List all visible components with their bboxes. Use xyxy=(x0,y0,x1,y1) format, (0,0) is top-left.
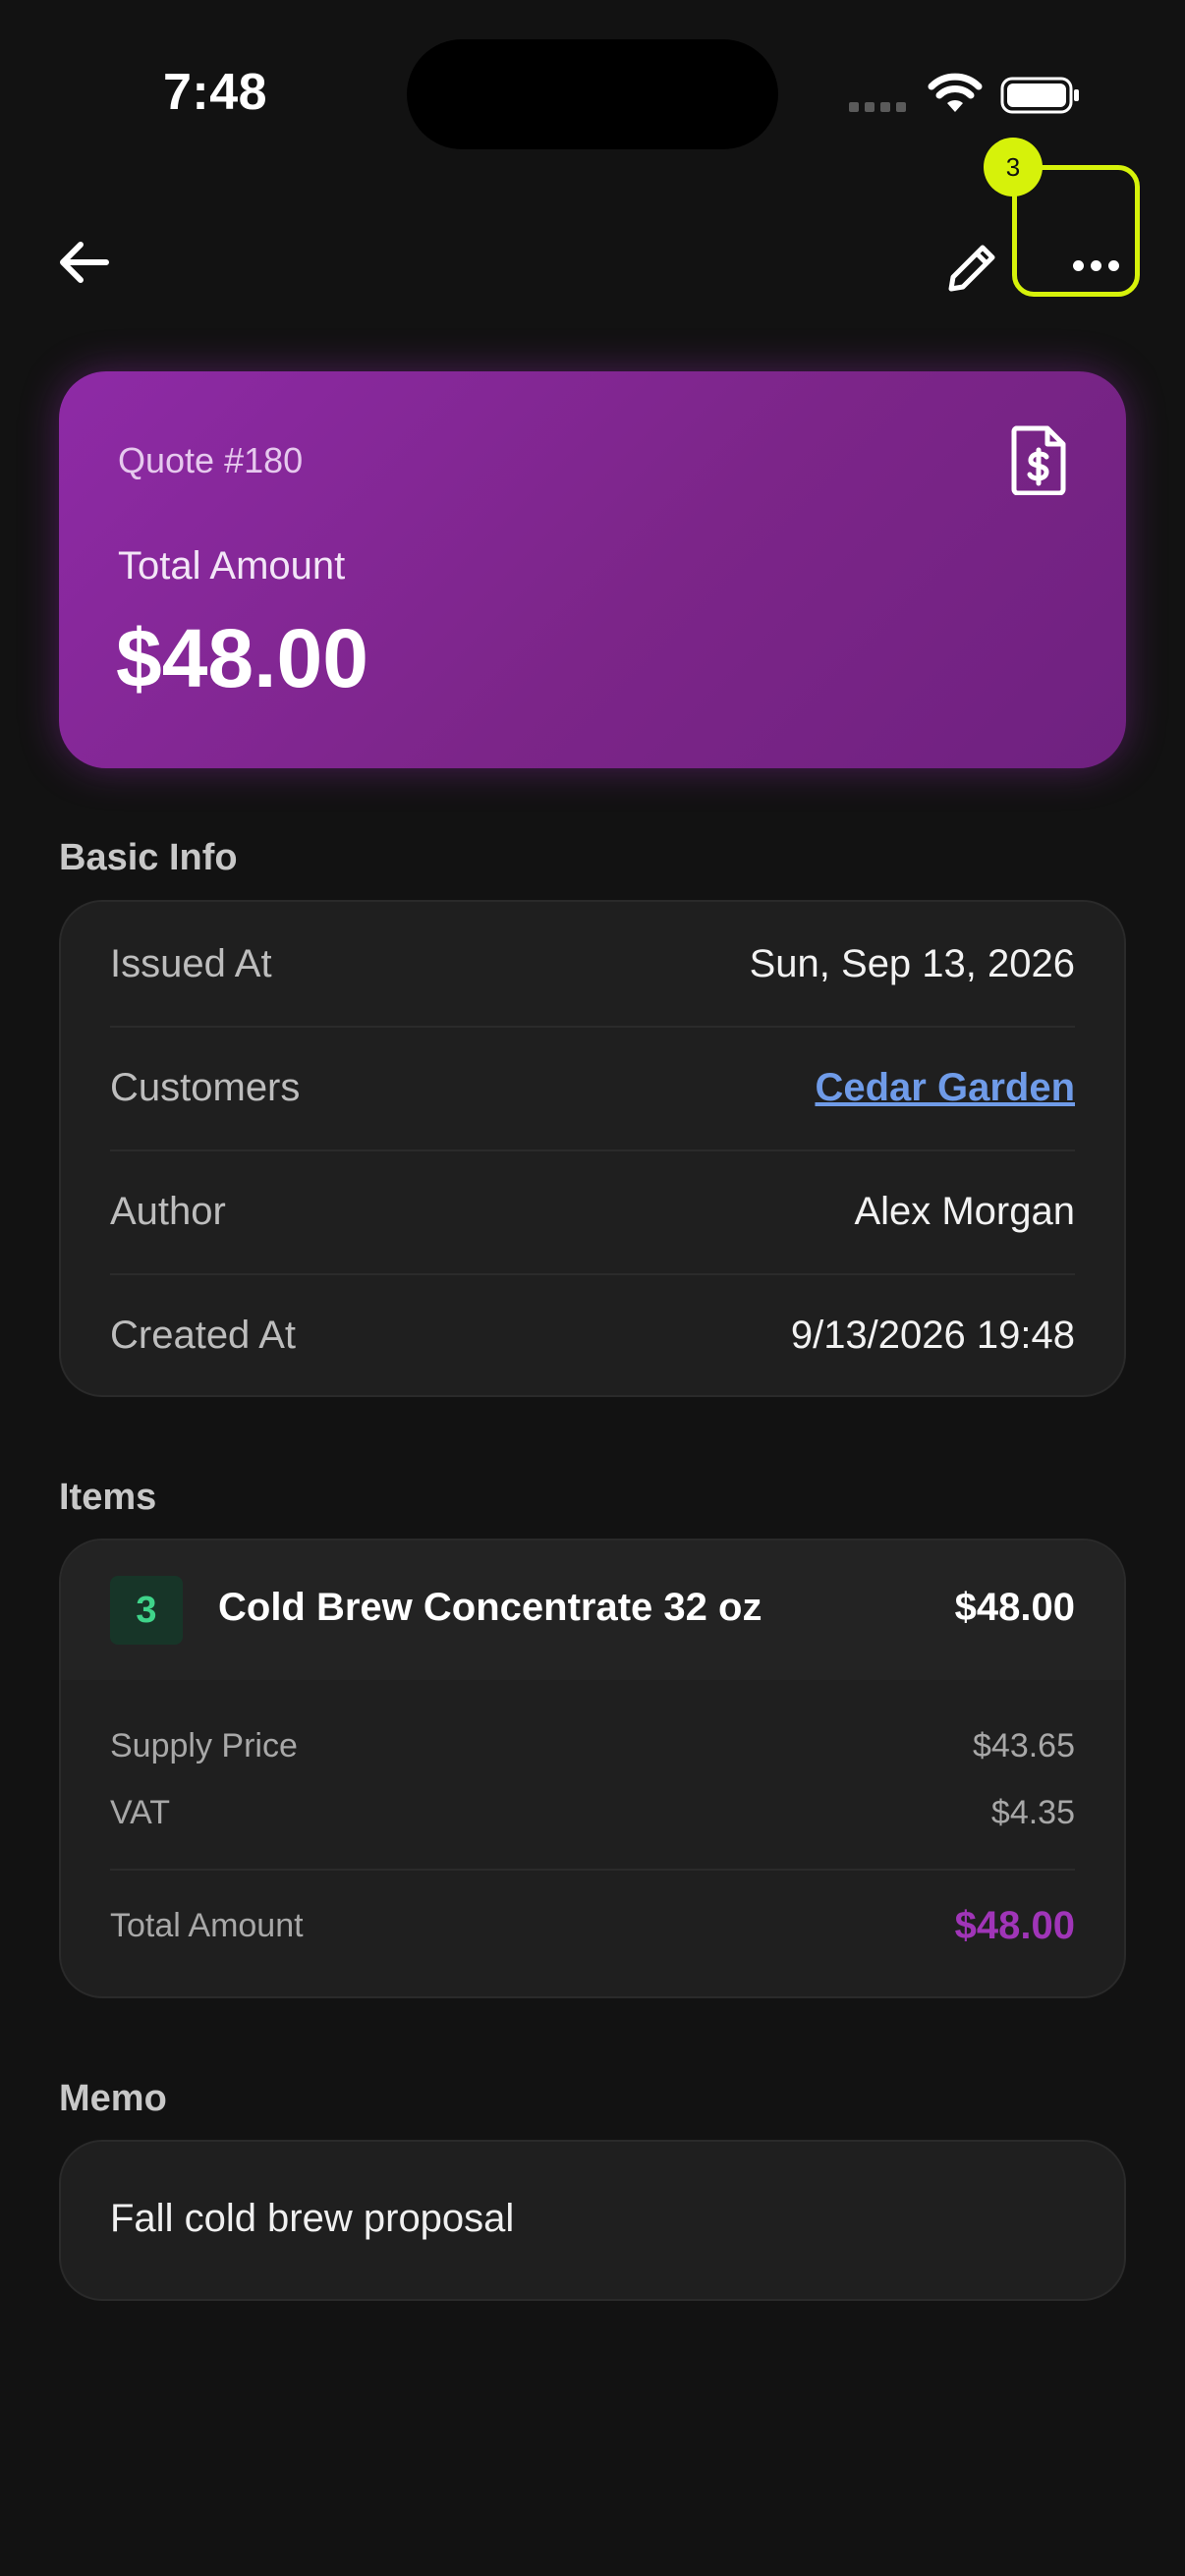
back-button[interactable] xyxy=(49,228,118,297)
info-row-issued-at: Issued At Sun, Sep 13, 2026 xyxy=(110,902,1075,1026)
basic-info-card: Issued At Sun, Sep 13, 2026 Customers Ce… xyxy=(59,900,1126,1397)
signal-icon xyxy=(849,102,906,112)
edit-button[interactable] xyxy=(933,228,1012,307)
vat-value: $4.35 xyxy=(990,1794,1075,1831)
items-heading: Items xyxy=(59,1477,157,1518)
info-label: Customers xyxy=(110,1065,301,1109)
info-label: Issued At xyxy=(110,941,272,985)
item-total-value: $48.00 xyxy=(954,1904,1075,1947)
item-total-label: Total Amount xyxy=(110,1907,304,1944)
memo-text: Fall cold brew proposal xyxy=(110,2197,515,2240)
info-value: Alex Morgan xyxy=(854,1189,1075,1233)
memo-heading: Memo xyxy=(59,2078,167,2119)
more-horizontal-icon xyxy=(1073,260,1119,271)
item-header: 3 Cold Brew Concentrate 32 oz $48.00 xyxy=(61,1540,1124,1680)
item-price: $48.00 xyxy=(954,1586,1075,1629)
supply-price-value: $43.65 xyxy=(973,1727,1075,1764)
vat-row: VAT $4.35 xyxy=(110,1794,1075,1832)
quote-summary-card: Quote #180 Total Amount $48.00 xyxy=(59,371,1126,768)
info-label: Created At xyxy=(110,1313,297,1357)
quote-detail-screen: 7:48 3 Quote #180 Total Amount $48.00 Ba… xyxy=(0,0,1185,2576)
pencil-icon xyxy=(948,245,995,292)
item-card[interactable]: 3 Cold Brew Concentrate 32 oz $48.00 Sup… xyxy=(59,1539,1126,1998)
item-name: Cold Brew Concentrate 32 oz xyxy=(218,1586,762,1629)
wifi-icon xyxy=(928,73,983,112)
customer-link[interactable]: Cedar Garden xyxy=(815,1066,1075,1110)
divider xyxy=(110,1869,1075,1871)
status-time: 7:48 xyxy=(163,64,268,121)
battery-icon xyxy=(1000,77,1079,114)
quantity-badge: 3 xyxy=(110,1576,183,1645)
info-row-author: Author Alex Morgan xyxy=(110,1149,1075,1273)
total-amount-label: Total Amount xyxy=(118,544,346,588)
supply-price-row: Supply Price $43.65 xyxy=(110,1727,1075,1765)
info-row-customers: Customers Cedar Garden xyxy=(110,1026,1075,1149)
quote-number: Quote #180 xyxy=(118,440,304,480)
dynamic-island xyxy=(407,39,778,149)
info-row-created-at: Created At 9/13/2026 19:48 xyxy=(110,1273,1075,1395)
info-value: 9/13/2026 19:48 xyxy=(790,1313,1075,1357)
total-amount-value: $48.00 xyxy=(116,612,368,704)
memo-card: Fall cold brew proposal xyxy=(59,2140,1126,2301)
info-value: Sun, Sep 13, 2026 xyxy=(749,941,1075,985)
supply-price-label: Supply Price xyxy=(110,1727,298,1764)
highlight-badge: 3 xyxy=(984,138,1043,196)
item-total-row: Total Amount $48.00 xyxy=(110,1904,1075,1948)
basic-info-heading: Basic Info xyxy=(59,837,238,878)
invoice-dollar-icon xyxy=(1011,425,1066,495)
vat-label: VAT xyxy=(110,1794,171,1831)
back-arrow-icon xyxy=(60,242,109,283)
info-label: Author xyxy=(110,1189,226,1233)
